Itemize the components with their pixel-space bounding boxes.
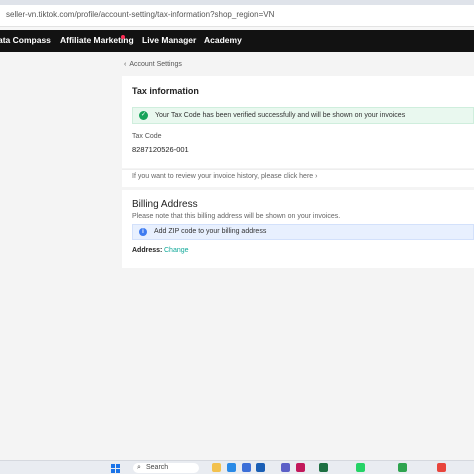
search-icon: ⌕	[137, 464, 141, 471]
check-circle-icon: ✓	[139, 111, 148, 120]
change-address-link[interactable]: Change	[164, 247, 189, 254]
taskbar-search[interactable]: ⌕ Search	[133, 463, 199, 473]
info-message: Add ZIP code to your billing address	[154, 228, 267, 235]
windows-start-icon[interactable]	[111, 464, 120, 473]
info-icon: i	[139, 228, 147, 236]
address-bar[interactable]: seller-vn.tiktok.com/profile/account-set…	[0, 5, 474, 27]
excel-icon[interactable]	[319, 463, 328, 472]
billing-title: Billing Address	[132, 199, 198, 210]
tax-code-label: Tax Code	[132, 133, 162, 140]
photos-icon[interactable]	[296, 463, 305, 472]
teams-icon[interactable]	[281, 463, 290, 472]
breadcrumb[interactable]: ‹ Account Settings	[124, 61, 182, 68]
chrome-icon[interactable]	[437, 463, 446, 472]
settings-icon[interactable]	[398, 463, 407, 472]
tax-information-card: Tax information ✓ Your Tax Code has been…	[122, 76, 474, 168]
whatsapp-icon[interactable]	[356, 463, 365, 472]
nav-item-academy[interactable]: Academy	[204, 35, 242, 45]
file-explorer-icon[interactable]	[212, 463, 221, 472]
url-text[interactable]: seller-vn.tiktok.com/profile/account-set…	[6, 10, 274, 19]
info-banner: i Add ZIP code to your billing address	[132, 224, 474, 240]
tax-code-value: 8287120526-001	[132, 145, 189, 154]
billing-address-card: Billing Address Please note that this bi…	[122, 190, 474, 268]
taskbar: ⌕ Search	[0, 460, 474, 474]
tax-section-title: Tax information	[132, 86, 199, 96]
nav-item-live-manager[interactable]: Live Manager	[142, 35, 196, 45]
invoice-history-row: If you want to review your invoice histo…	[122, 169, 474, 187]
store-icon[interactable]	[256, 463, 265, 472]
billing-note: Please note that this billing address wi…	[132, 213, 341, 220]
notification-dot	[121, 35, 125, 39]
success-banner: ✓ Your Tax Code has been verified succes…	[132, 107, 474, 124]
browser-icon[interactable]	[227, 463, 236, 472]
nav-item-data-compass[interactable]: ata Compass	[0, 35, 51, 45]
top-nav: ata Compass Affiliate Marketing Live Man…	[0, 30, 474, 52]
mail-icon[interactable]	[242, 463, 251, 472]
chevron-left-icon: ‹	[124, 61, 127, 68]
search-placeholder: Search	[146, 464, 169, 471]
breadcrumb-label[interactable]: Account Settings	[129, 61, 182, 68]
invoice-history-link[interactable]: If you want to review your invoice histo…	[132, 173, 317, 180]
address-label: Address:	[132, 247, 163, 254]
success-message: Your Tax Code has been verified successf…	[155, 112, 406, 119]
